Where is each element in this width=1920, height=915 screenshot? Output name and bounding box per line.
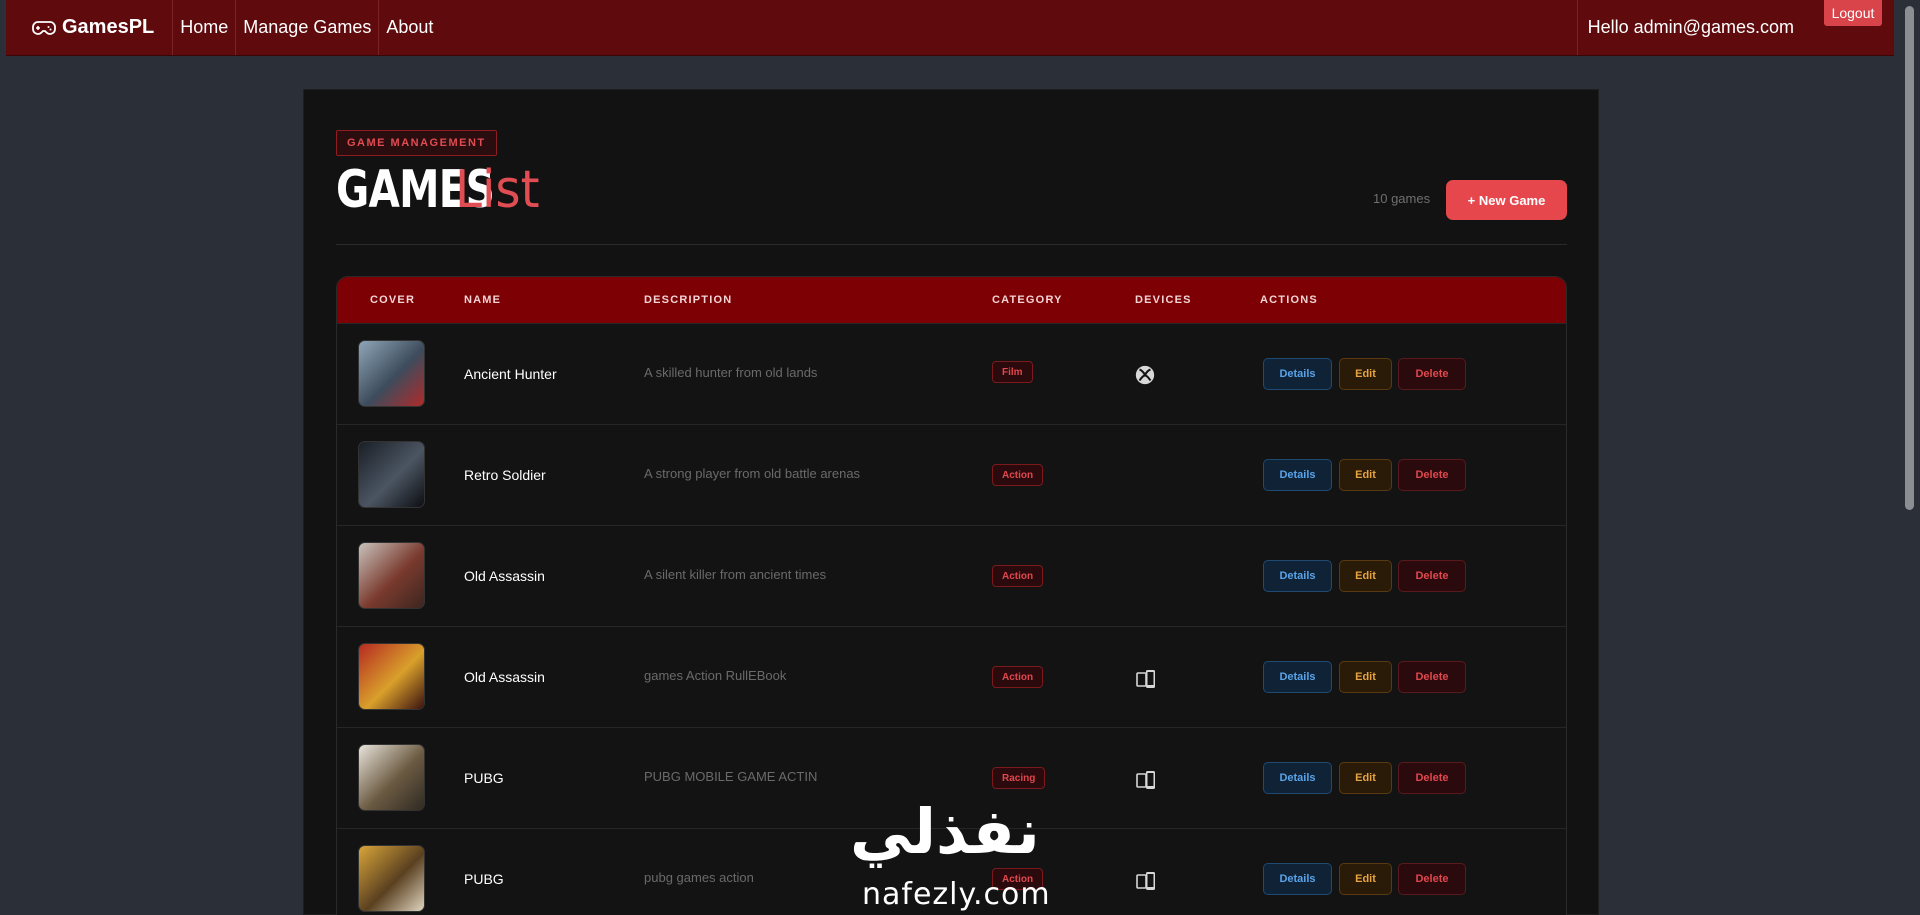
category-badge: Action bbox=[992, 565, 1044, 587]
game-cover-image bbox=[358, 542, 425, 609]
mobile-icon bbox=[1134, 869, 1158, 893]
table-row: Old Assassin games Action RullEBook Acti… bbox=[337, 626, 1566, 727]
game-description: A strong player from old battle arenas bbox=[644, 466, 861, 481]
details-button[interactable]: Details bbox=[1263, 661, 1332, 693]
header-actions: ACTIONS bbox=[1260, 294, 1318, 306]
game-name: Old Assassin bbox=[464, 669, 545, 685]
game-name: PUBG bbox=[464, 770, 504, 786]
game-name: Ancient Hunter bbox=[464, 366, 557, 382]
watermark-logo: نفذلي bbox=[850, 795, 1040, 868]
game-cover-image bbox=[358, 845, 425, 912]
game-name: PUBG bbox=[464, 871, 504, 887]
game-name: Retro Soldier bbox=[464, 467, 546, 483]
title-strong: GAMES bbox=[336, 160, 495, 220]
details-button[interactable]: Details bbox=[1263, 762, 1332, 794]
header-category: CATEGORY bbox=[992, 294, 1063, 306]
top-navbar: GamesPL Home Manage Games About Hello ad… bbox=[6, 0, 1894, 56]
section-eyebrow: GAME MANAGEMENT bbox=[336, 130, 497, 156]
game-description: A skilled hunter from old lands bbox=[644, 365, 818, 380]
header-description: DESCRIPTION bbox=[644, 294, 733, 306]
logout-button[interactable]: Logout bbox=[1824, 0, 1882, 26]
table-row: Old Assassin A silent killer from ancien… bbox=[337, 525, 1566, 626]
details-button[interactable]: Details bbox=[1263, 863, 1332, 895]
details-button[interactable]: Details bbox=[1263, 560, 1332, 592]
details-button[interactable]: Details bbox=[1263, 459, 1332, 491]
game-cover-image bbox=[358, 643, 425, 710]
header-name: NAME bbox=[464, 294, 502, 306]
category-badge: Action bbox=[992, 464, 1044, 486]
mobile-icon bbox=[1134, 768, 1158, 792]
header-cover: COVER bbox=[370, 294, 416, 306]
details-button[interactable]: Details bbox=[1263, 358, 1332, 390]
brand-name: GamesPL bbox=[62, 16, 155, 38]
edit-button[interactable]: Edit bbox=[1339, 863, 1392, 895]
user-greeting: Hello admin@games.com bbox=[1576, 0, 1808, 55]
delete-button[interactable]: Delete bbox=[1398, 863, 1466, 895]
title-accent: List bbox=[455, 160, 540, 220]
table-row: Ancient Hunter A skilled hunter from old… bbox=[337, 323, 1566, 424]
table-row: Retro Soldier A strong player from old b… bbox=[337, 424, 1566, 525]
edit-button[interactable]: Edit bbox=[1339, 459, 1392, 491]
edit-button[interactable]: Edit bbox=[1339, 762, 1392, 794]
game-count: 10 games bbox=[1373, 191, 1431, 206]
new-game-button[interactable]: + New Game bbox=[1446, 180, 1567, 220]
edit-button[interactable]: Edit bbox=[1339, 358, 1392, 390]
nav-about[interactable]: About bbox=[379, 0, 440, 55]
edit-button[interactable]: Edit bbox=[1339, 560, 1392, 592]
edit-button[interactable]: Edit bbox=[1339, 661, 1392, 693]
delete-button[interactable]: Delete bbox=[1398, 762, 1466, 794]
category-badge: Film bbox=[992, 361, 1033, 383]
brand-link[interactable]: GamesPL bbox=[6, 0, 174, 55]
nav-home[interactable]: Home bbox=[173, 0, 237, 55]
game-description: PUBG MOBILE GAME ACTIN bbox=[644, 769, 818, 784]
xbox-icon bbox=[1134, 364, 1158, 388]
gamepad-icon bbox=[32, 20, 56, 35]
delete-button[interactable]: Delete bbox=[1398, 459, 1466, 491]
nav-manage-games[interactable]: Manage Games bbox=[236, 0, 380, 55]
page-scrollbar[interactable] bbox=[1898, 0, 1920, 915]
delete-button[interactable]: Delete bbox=[1398, 661, 1466, 693]
category-badge: Racing bbox=[992, 767, 1046, 789]
game-cover-image bbox=[358, 744, 425, 811]
mobile-icon bbox=[1134, 667, 1158, 691]
games-panel: GAME MANAGEMENT GAMESList 10 games + New… bbox=[303, 89, 1599, 915]
watermark-url: nafezly.com bbox=[862, 877, 1051, 912]
delete-button[interactable]: Delete bbox=[1398, 560, 1466, 592]
game-description: A silent killer from ancient times bbox=[644, 567, 827, 582]
page-title: GAMESList bbox=[336, 160, 546, 220]
table-header: COVER NAME DESCRIPTION CATEGORY DEVICES … bbox=[337, 277, 1566, 323]
header-divider bbox=[336, 244, 1567, 245]
game-description: pubg games action bbox=[644, 870, 754, 885]
game-cover-image bbox=[358, 441, 425, 508]
game-description: games Action RullEBook bbox=[644, 668, 787, 683]
game-cover-image bbox=[358, 340, 425, 407]
header-devices: DEVICES bbox=[1135, 294, 1192, 306]
category-badge: Action bbox=[992, 666, 1044, 688]
scrollbar-thumb[interactable] bbox=[1905, 6, 1914, 510]
delete-button[interactable]: Delete bbox=[1398, 358, 1466, 390]
game-name: Old Assassin bbox=[464, 568, 545, 584]
